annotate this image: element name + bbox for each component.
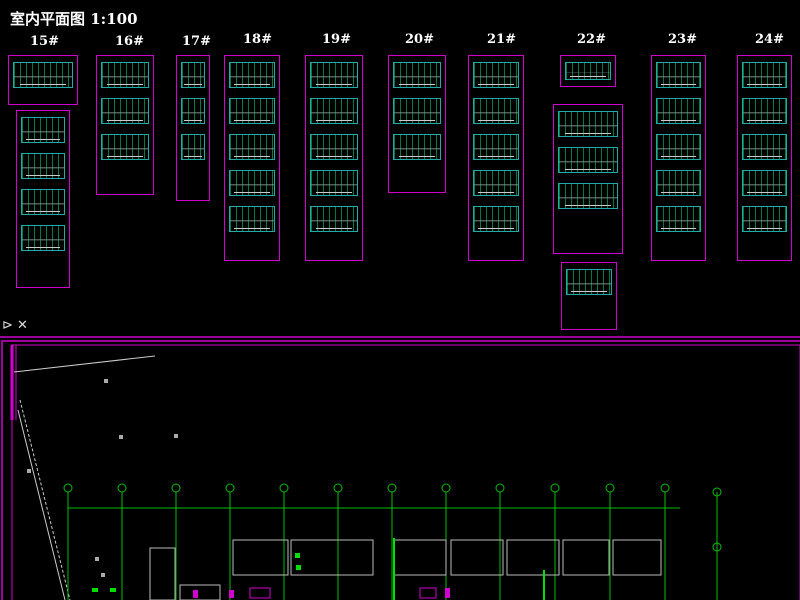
axis-bubble — [279, 483, 289, 493]
axis-bubble — [660, 483, 670, 493]
footprint-4 — [450, 539, 504, 576]
footprint-1 — [232, 539, 289, 576]
footprint-5 — [506, 539, 560, 576]
footprint-7 — [612, 539, 662, 576]
footprint-3 — [393, 539, 447, 576]
cad-drawing-canvas[interactable] — [0, 0, 800, 600]
axis-bubble — [171, 483, 181, 493]
axis-bubble — [225, 483, 235, 493]
axis-bubble — [550, 483, 560, 493]
site-boundary — [13, 355, 156, 373]
axis-bubble — [495, 483, 505, 493]
axis-bubble — [117, 483, 127, 493]
axis-bubble — [605, 483, 615, 493]
footprint-2 — [290, 539, 374, 576]
axis-bubble — [63, 483, 73, 493]
axis-bubble — [333, 483, 343, 493]
footprint-6 — [562, 539, 610, 576]
axis-bubble — [441, 483, 451, 493]
axis-bubble — [387, 483, 397, 493]
